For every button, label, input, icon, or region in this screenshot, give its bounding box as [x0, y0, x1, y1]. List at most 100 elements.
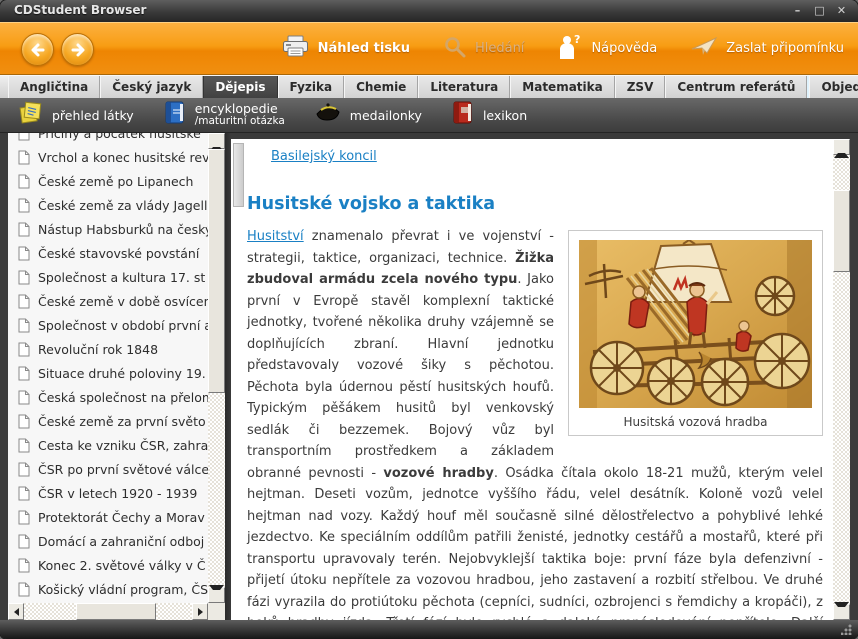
sidebar-item[interactable]: Konec 2. světové války v Č: [8, 553, 208, 577]
bold-text: vozové hradby: [383, 465, 494, 481]
tab-fyzika[interactable]: Fyzika: [277, 76, 345, 98]
beret-icon: [315, 102, 341, 128]
document-icon: [18, 462, 30, 477]
section-button-medailonky[interactable]: medailonky: [315, 102, 422, 128]
sidebar-item-label: České země po Lipanech: [38, 173, 194, 189]
sidebar-horizontal-scrollbar: [8, 603, 208, 620]
scroll-down-button[interactable]: [833, 601, 850, 620]
document-icon: [18, 270, 30, 285]
section-toolbar: přehled látky encyklopedie/maturitní otáz…: [0, 98, 858, 133]
panel-splitter-handle[interactable]: [233, 143, 244, 207]
search-button[interactable]: Hledání: [444, 36, 524, 62]
document-icon: [18, 294, 30, 309]
topic-list: Příčiny a počátek husitské Vrchol a konec…: [8, 133, 208, 603]
main-toolbar: Náhled tisku Hledání ? Nápověda Zaslat p…: [0, 22, 858, 75]
arrow-right-icon: [197, 607, 207, 616]
tab-cesky-jazyk[interactable]: Český jazyk: [100, 76, 204, 98]
sidebar-item[interactable]: Společnost v období první a: [8, 313, 208, 337]
close-button[interactable]: ✕: [835, 3, 848, 18]
document-icon: [18, 318, 30, 333]
sidebar-item[interactable]: Revoluční rok 1848: [8, 337, 208, 361]
sidebar-item[interactable]: České země za vlády Jagell: [8, 193, 208, 217]
sidebar-item[interactable]: Česká společnost na přelom: [8, 385, 208, 409]
minimize-button[interactable]: –: [791, 3, 804, 18]
sidebar-item[interactable]: České stavovské povstání: [8, 241, 208, 265]
back-button[interactable]: [21, 33, 54, 66]
window-controls: – □ ✕: [791, 3, 848, 18]
scroll-left-button[interactable]: [8, 603, 24, 620]
document-icon: [18, 438, 30, 453]
sidebar-item[interactable]: Protektorát Čechy a Morav: [8, 505, 208, 529]
tab-objednavka[interactable]: Objednávka: [809, 76, 858, 98]
sidebar-item-label: České země za vlády Jagell: [38, 197, 208, 213]
tab-centrum-referatu[interactable]: Centrum referátů: [665, 76, 808, 98]
back-arrow-icon: [29, 41, 47, 59]
feedback-button[interactable]: Zaslat připomínku: [691, 36, 844, 61]
scroll-up-button[interactable]: [833, 139, 850, 158]
sidebar-item-label: Cesta ke vzniku ČSR, zahra: [38, 437, 208, 453]
tab-anglictina[interactable]: Angličtina: [8, 76, 101, 98]
forward-button[interactable]: [61, 33, 94, 66]
section-button-encyklopedie[interactable]: encyklopedie/maturitní otázka: [164, 100, 285, 130]
topic-sidebar: Příčiny a počátek husitské Vrchol a konec…: [8, 133, 225, 620]
tab-literatura[interactable]: Literatura: [418, 76, 511, 98]
scroll-thumb[interactable]: [76, 603, 156, 620]
scroll-up-button[interactable]: [208, 133, 225, 152]
scroll-thumb[interactable]: [208, 149, 225, 393]
sidebar-item[interactable]: ČSR v letech 1920 - 1939: [8, 481, 208, 505]
related-link-basilejsky-koncil[interactable]: Basilejský koncil: [271, 149, 377, 164]
document-icon: [18, 366, 30, 381]
sidebar-item[interactable]: Situace druhé poloviny 19.: [8, 361, 208, 385]
document-icon: [18, 390, 30, 405]
maximize-button[interactable]: □: [813, 3, 826, 18]
sidebar-item-label: Nástup Habsburků na český: [38, 221, 208, 237]
paper-plane-icon: [691, 36, 718, 61]
arrow-up-icon: [209, 127, 224, 152]
resize-grip[interactable]: [841, 624, 852, 635]
sidebar-item[interactable]: Domácí a zahraniční odboj: [8, 529, 208, 553]
sidebar-item-label: Situace druhé poloviny 19.: [38, 365, 206, 381]
toolbar-actions: Náhled tisku Hledání ? Nápověda Zaslat p…: [282, 23, 844, 74]
content-panel: Basilejský koncil Husitské vojsko a takt…: [231, 133, 850, 620]
tab-chemie[interactable]: Chemie: [344, 76, 419, 98]
scrollbar-corner: [208, 603, 225, 620]
tab-zsv[interactable]: ZSV: [614, 76, 666, 98]
tab-dejepis[interactable]: Dějepis: [203, 76, 278, 98]
sidebar-item[interactable]: Cesta ke vzniku ČSR, zahra: [8, 433, 208, 457]
sidebar-item[interactable]: Společnost a kultura 17. st: [8, 265, 208, 289]
document-icon: [18, 342, 30, 357]
document-icon: [18, 198, 30, 213]
document-icon: [18, 222, 30, 237]
document-icon: [18, 486, 30, 501]
status-bar: [0, 620, 858, 639]
sidebar-item-label: Revoluční rok 1848: [38, 341, 159, 357]
article-title: Husitské vojsko a taktika: [247, 194, 496, 214]
document-icon: [18, 246, 30, 261]
sidebar-item[interactable]: Příčiny a počátek husitské: [8, 133, 208, 145]
document-icon: [18, 133, 30, 141]
sidebar-item[interactable]: České země po Lipanech: [8, 169, 208, 193]
sidebar-item[interactable]: Nástup Habsburků na český: [8, 217, 208, 241]
document-icon: [18, 414, 30, 429]
inline-link[interactable]: Husitství: [247, 229, 304, 244]
print-preview-button[interactable]: Náhled tisku: [282, 35, 410, 62]
scroll-right-button[interactable]: [192, 603, 208, 620]
scroll-down-button[interactable]: [208, 584, 225, 603]
sidebar-item[interactable]: České země za první světo: [8, 409, 208, 433]
sidebar-item-label: Vrchol a konec husitské rev: [38, 149, 208, 165]
section-button-lexikon[interactable]: lexikon: [452, 100, 527, 130]
sidebar-item[interactable]: Vrchol a konec husitské rev: [8, 145, 208, 169]
sidebar-item[interactable]: Košický vládní program, ČS: [8, 577, 208, 601]
hussite-wagon-image: [569, 240, 822, 408]
sidebar-item[interactable]: České země v době osvícen: [8, 289, 208, 313]
arrow-left-icon: [10, 607, 19, 616]
tab-matematika[interactable]: Matematika: [510, 76, 615, 98]
feedback-label: Zaslat připomínku: [726, 41, 844, 56]
scroll-thumb[interactable]: [833, 190, 850, 272]
book-blue-icon: [164, 100, 186, 130]
content-vertical-scrollbar: [833, 139, 850, 620]
sidebar-item[interactable]: ČSR po první světové válce: [8, 457, 208, 481]
section-button-prehled-latky[interactable]: přehled látky: [18, 101, 134, 129]
help-button[interactable]: ? Nápověda: [558, 33, 657, 64]
sidebar-item-label: Společnost v období první a: [38, 317, 208, 333]
